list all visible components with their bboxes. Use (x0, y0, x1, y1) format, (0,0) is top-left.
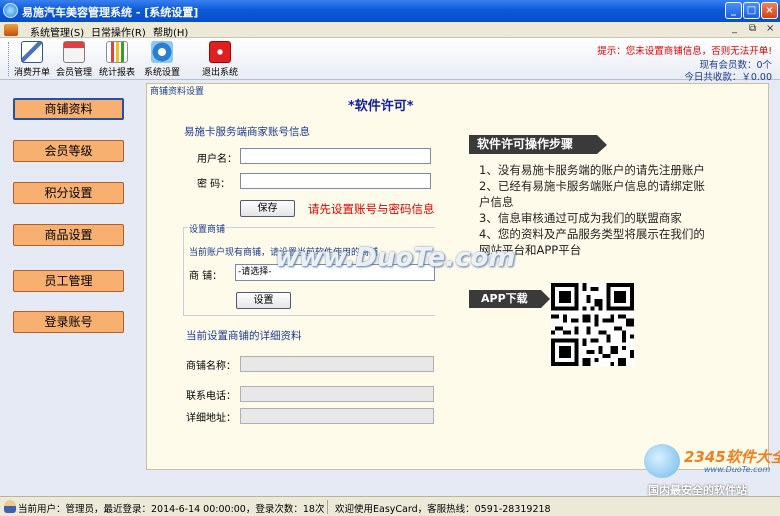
toolbar-exit-button[interactable]: 退出系统 (201, 41, 239, 78)
mascot-icon (644, 444, 680, 478)
step-line-1: 1、没有易施卡服务端的账户的请先注册账户 (479, 163, 705, 177)
app-icon (3, 3, 18, 18)
mdi-close-button[interactable]: × (766, 23, 774, 34)
bill-icon (21, 41, 43, 63)
address-field (240, 408, 434, 424)
sidebar-item-login-account[interactable]: 登录账号 (13, 311, 124, 333)
today-income-text: 今日共收款：￥0.00 (684, 72, 772, 83)
toolbar-member-button[interactable]: 会员管理 (56, 41, 92, 78)
mdi-restore-button[interactable]: ⧉ (749, 23, 756, 34)
step-line-2b: 户信息 (479, 195, 514, 209)
sidebar-item-member-level[interactable]: 会员等级 (13, 140, 124, 162)
shop-group-legend: 设置商铺 (188, 222, 227, 235)
account-section-heading: 易施卡服务端商家账号信息 (184, 126, 310, 138)
bar-chart-icon (106, 41, 128, 63)
phone-field (240, 386, 434, 402)
toolbar-bill-button[interactable]: 消费开单 (14, 41, 50, 78)
power-icon (209, 41, 231, 63)
sidebar-item-products[interactable]: 商品设置 (13, 224, 124, 246)
minimize-button[interactable]: _ (725, 2, 742, 19)
shop-warning-text: 提示：您未设置商铺信息，否则无法开单! (597, 46, 772, 57)
user-icon (4, 500, 16, 513)
menu-app-icon (4, 24, 18, 36)
detail-section-heading: 当前设置商铺的详细资料 (186, 330, 302, 342)
maximize-button[interactable]: □ (743, 2, 760, 19)
corner-logo-brand: 2345软件大全 (684, 448, 780, 466)
step-line-3: 3、信息审核通过可成为我们的联盟商家 (479, 211, 682, 225)
status-user-info: 当前用户：管理员，最近登录：2014-6-14 00:00:00，登录次数：18… (18, 504, 325, 515)
mdi-minimize-button[interactable]: _ (732, 23, 737, 34)
username-input[interactable] (240, 148, 431, 164)
corner-logo-url: www.DuoTe.com (704, 465, 771, 474)
status-bar: 当前用户：管理员，最近登录：2014-6-14 00:00:00，登录次数：18… (0, 496, 780, 516)
watermark-text: www.DuoTe.com (275, 243, 516, 273)
title-bar: 易施汽车美容管理系统 - [系统设置] _ □ × (0, 0, 780, 22)
step-line-2: 2、已经有易施卡服务端账户信息的请绑定账 (479, 179, 705, 193)
menu-bar: 系统管理(S) 日常操作(R) 帮助(H) _ ⧉ × (0, 22, 780, 39)
status-welcome: 欢迎使用EasyCard，客服热线：0591-28319218 (335, 504, 551, 515)
password-label: 密 码： (197, 179, 231, 190)
menu-help[interactable]: 帮助(H) (153, 24, 188, 39)
gear-icon (151, 41, 173, 63)
shop-name-field (240, 356, 434, 372)
toolbar-settings-label: 系统设置 (143, 68, 180, 78)
password-input[interactable] (240, 173, 431, 189)
calendar-icon (63, 41, 85, 63)
status-separator (327, 500, 328, 514)
corner-logo: 2345软件大全 www.DuoTe.com 国内最安全的软件站 (640, 440, 780, 497)
toolbar-stats-button[interactable]: 统计报表 (98, 41, 136, 78)
shop-name-label: 商铺名称： (186, 361, 236, 372)
toolbar-member-label: 会员管理 (56, 68, 93, 78)
sidebar-item-shop-info[interactable]: 商铺资料 (13, 98, 124, 120)
panel-legend: 商铺资料设置 (150, 87, 205, 97)
save-button[interactable]: 保存 (240, 200, 295, 217)
sidebar-item-points[interactable]: 积分设置 (13, 182, 124, 204)
menu-daily[interactable]: 日常操作(R) (91, 24, 146, 39)
toolbar-exit-label: 退出系统 (201, 68, 238, 78)
toolbar-bill-label: 消费开单 (14, 68, 51, 78)
qr-code (551, 283, 634, 366)
username-label: 用户名： (197, 154, 237, 165)
toolbar-settings-button[interactable]: 系统设置 (143, 41, 181, 78)
toolbar-stats-label: 统计报表 (98, 68, 135, 78)
app-download-banner: APP下载 (469, 290, 550, 308)
shop-label: 商 铺： (189, 271, 223, 282)
step-line-4: 4、您的资料及产品服务类型将展示在我们的 (479, 227, 705, 241)
menu-system[interactable]: 系统管理(S) (30, 24, 84, 39)
account-hint-text: 请先设置账号与密码信息 (308, 202, 435, 216)
close-button[interactable]: × (761, 2, 778, 19)
license-steps-banner: 软件许可操作步骤 (469, 135, 607, 154)
set-shop-button[interactable]: 设置 (236, 292, 291, 309)
panel-title: *软件许可* (348, 99, 414, 114)
window-title: 易施汽车美容管理系统 - [系统设置] (22, 6, 199, 19)
phone-label: 联系电话： (186, 391, 236, 402)
address-label: 详细地址： (186, 413, 236, 424)
sidebar-item-staff[interactable]: 员工管理 (13, 270, 124, 292)
toolbar-grip (8, 42, 10, 76)
